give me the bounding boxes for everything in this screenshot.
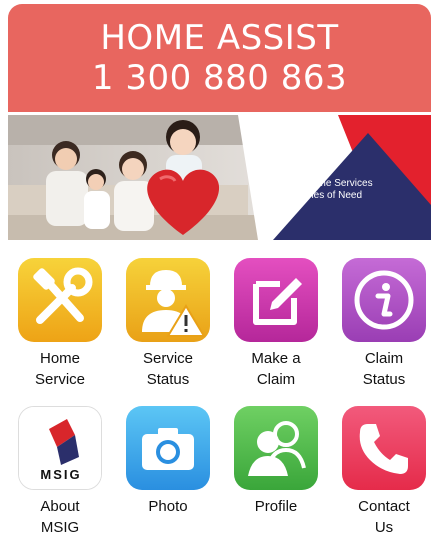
label-line-1: Profile <box>254 498 298 515</box>
header-banner[interactable]: HOME ASSIST 1 300 880 863 <box>8 4 431 112</box>
worker-warning-icon[interactable] <box>126 258 210 342</box>
label-line-2: Status <box>362 371 406 388</box>
tools-icon[interactable] <box>18 258 102 342</box>
banner-tagline: For Home Services in Times of Need <box>287 178 387 202</box>
label-line-1: Contact <box>358 498 410 515</box>
make-a-claim-button[interactable]: Make a Claim <box>228 258 324 390</box>
label-line-2: MSIG <box>40 519 80 536</box>
label-line-1: Service <box>142 350 194 367</box>
label-line-2: Status <box>146 371 190 388</box>
tile-label: Home Service <box>12 348 108 390</box>
tagline-line-1: For Home Services <box>287 178 373 189</box>
info-icon[interactable] <box>342 258 426 342</box>
label-line-2: Service <box>34 371 86 388</box>
label-line-2: Claim <box>256 371 296 388</box>
about-msig-button[interactable]: MSIG About MSIG <box>12 406 108 538</box>
photo-button[interactable]: Photo <box>120 406 216 517</box>
label-line-1: Home <box>39 350 80 367</box>
tile-label: Contact Us <box>336 496 432 538</box>
tagline-line-2: in Times of Need <box>287 190 363 201</box>
edit-icon[interactable] <box>234 258 318 342</box>
contact-us-button[interactable]: Contact Us <box>336 406 432 538</box>
service-status-button[interactable]: Service Status <box>120 258 216 390</box>
tile-label: About MSIG <box>12 496 108 538</box>
tile-label: Profile <box>228 496 324 517</box>
tile-label: Claim Status <box>336 348 432 390</box>
app-title: HOME ASSIST <box>100 18 339 58</box>
camera-icon[interactable] <box>126 406 210 490</box>
msig-logo-icon[interactable]: MSIG <box>18 406 102 490</box>
label-line-1: Make a <box>251 350 301 367</box>
label-line-1: Photo <box>148 498 188 515</box>
home-service-button[interactable]: Home Service <box>12 258 108 390</box>
claim-status-button[interactable]: Claim Status <box>336 258 432 390</box>
tile-label: Service Status <box>120 348 216 390</box>
tile-label: Make a Claim <box>228 348 324 390</box>
label-line-2: Us <box>374 519 394 536</box>
hotline-number[interactable]: 1 300 880 863 <box>92 58 347 98</box>
tile-label: Photo <box>120 496 216 517</box>
profile-button[interactable]: Profile <box>228 406 324 517</box>
promo-banner: For Home Services in Times of Need <box>8 115 431 240</box>
msig-logo-text: MSIG <box>40 467 82 482</box>
label-line-1: About <box>40 498 80 515</box>
contacts-icon[interactable] <box>234 406 318 490</box>
phone-icon[interactable] <box>342 406 426 490</box>
label-line-1: Claim <box>364 350 404 367</box>
